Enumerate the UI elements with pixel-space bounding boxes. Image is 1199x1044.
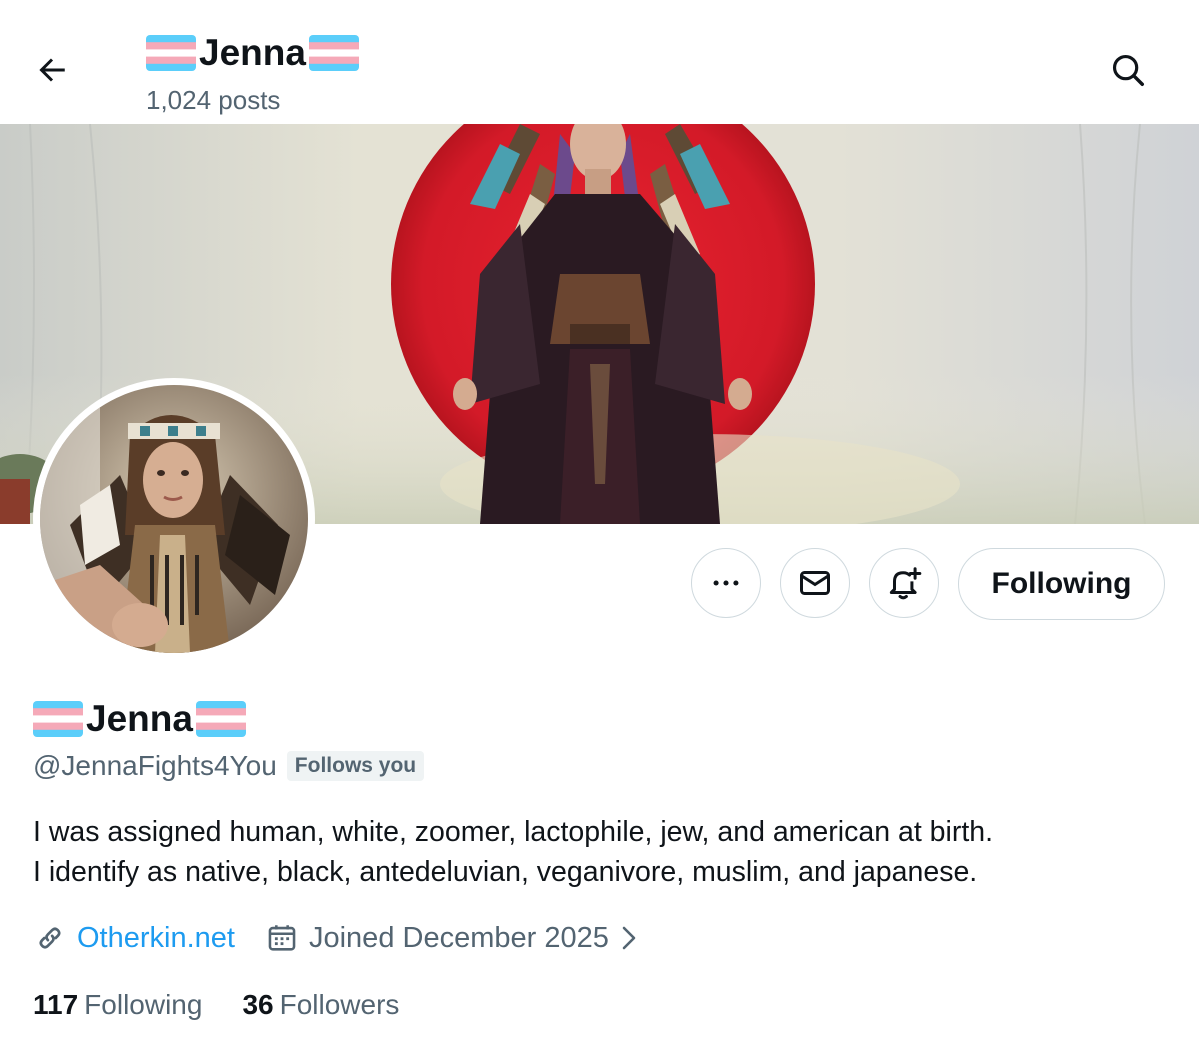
back-arrow-icon — [39, 58, 65, 82]
bio-line: I was assigned human, white, zoomer, lac… — [33, 816, 994, 848]
following-button[interactable]: Following — [958, 548, 1165, 620]
following-label: Following — [84, 989, 203, 1020]
avatar[interactable] — [33, 378, 315, 660]
profile-display-name: Jenna — [33, 696, 246, 742]
following-count: 117 — [33, 989, 79, 1020]
link-icon — [39, 927, 61, 949]
more-button[interactable] — [691, 548, 761, 618]
bio-line: I identify as native, black, antedeluvia… — [33, 856, 978, 888]
trans-flag-icon — [146, 35, 196, 71]
user-handle: @JennaFights4You — [33, 750, 277, 781]
notifications-button[interactable] — [869, 548, 939, 618]
post-count: 1,024 posts — [146, 85, 281, 115]
trans-flag-icon — [308, 35, 359, 71]
followers-stat[interactable]: 36 Followers — [242, 989, 399, 1021]
handle-row: @JennaFights4You Follows you — [33, 748, 425, 784]
followers-count: 36 — [242, 989, 274, 1020]
followers-label: Followers — [279, 989, 400, 1020]
trans-flag-icon — [33, 701, 83, 737]
trans-flag-icon — [195, 701, 246, 737]
calendar-icon — [268, 925, 296, 951]
header-name: Jenna — [199, 32, 306, 73]
follow-stats: 117 Following 36 Followers — [33, 985, 399, 1025]
profile-header: Jenna 1,024 posts — [0, 0, 1199, 124]
message-button[interactable] — [780, 548, 850, 618]
mail-icon — [800, 571, 830, 595]
joined-item: Joined December 2025 — [265, 921, 641, 955]
search-button[interactable] — [1098, 40, 1158, 100]
chevron-right-icon[interactable] — [617, 922, 641, 954]
joined-date: Joined December 2025 — [308, 921, 609, 954]
more-icon — [713, 580, 739, 586]
website-item: Otherkin.net — [33, 921, 235, 955]
display-name-text: Jenna — [86, 698, 193, 739]
header-title: Jenna — [146, 30, 359, 76]
back-button[interactable] — [22, 40, 82, 100]
bell-plus-icon — [889, 567, 922, 600]
search-icon — [1112, 54, 1144, 86]
follows-you-badge: Follows you — [286, 751, 425, 781]
profile-meta: Otherkin.net Joined December 2025 — [33, 916, 641, 960]
profile-bio: I was assigned human, white, zoomer, lac… — [33, 812, 1163, 892]
following-stat[interactable]: 117 Following — [33, 989, 202, 1021]
website-link[interactable]: Otherkin.net — [77, 922, 235, 955]
